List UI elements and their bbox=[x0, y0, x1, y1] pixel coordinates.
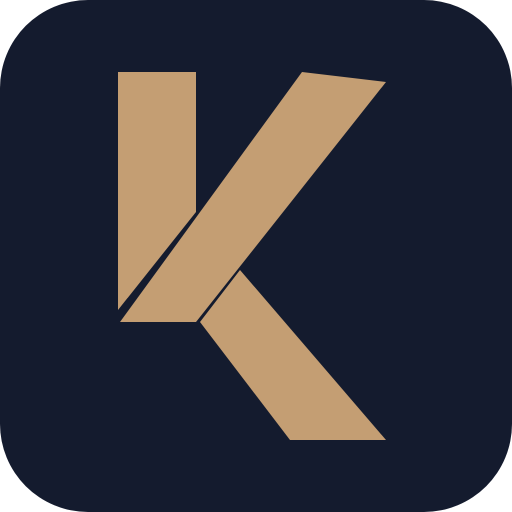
k-logo-icon bbox=[0, 0, 512, 512]
app-icon bbox=[0, 0, 512, 512]
icon-background bbox=[0, 0, 512, 512]
